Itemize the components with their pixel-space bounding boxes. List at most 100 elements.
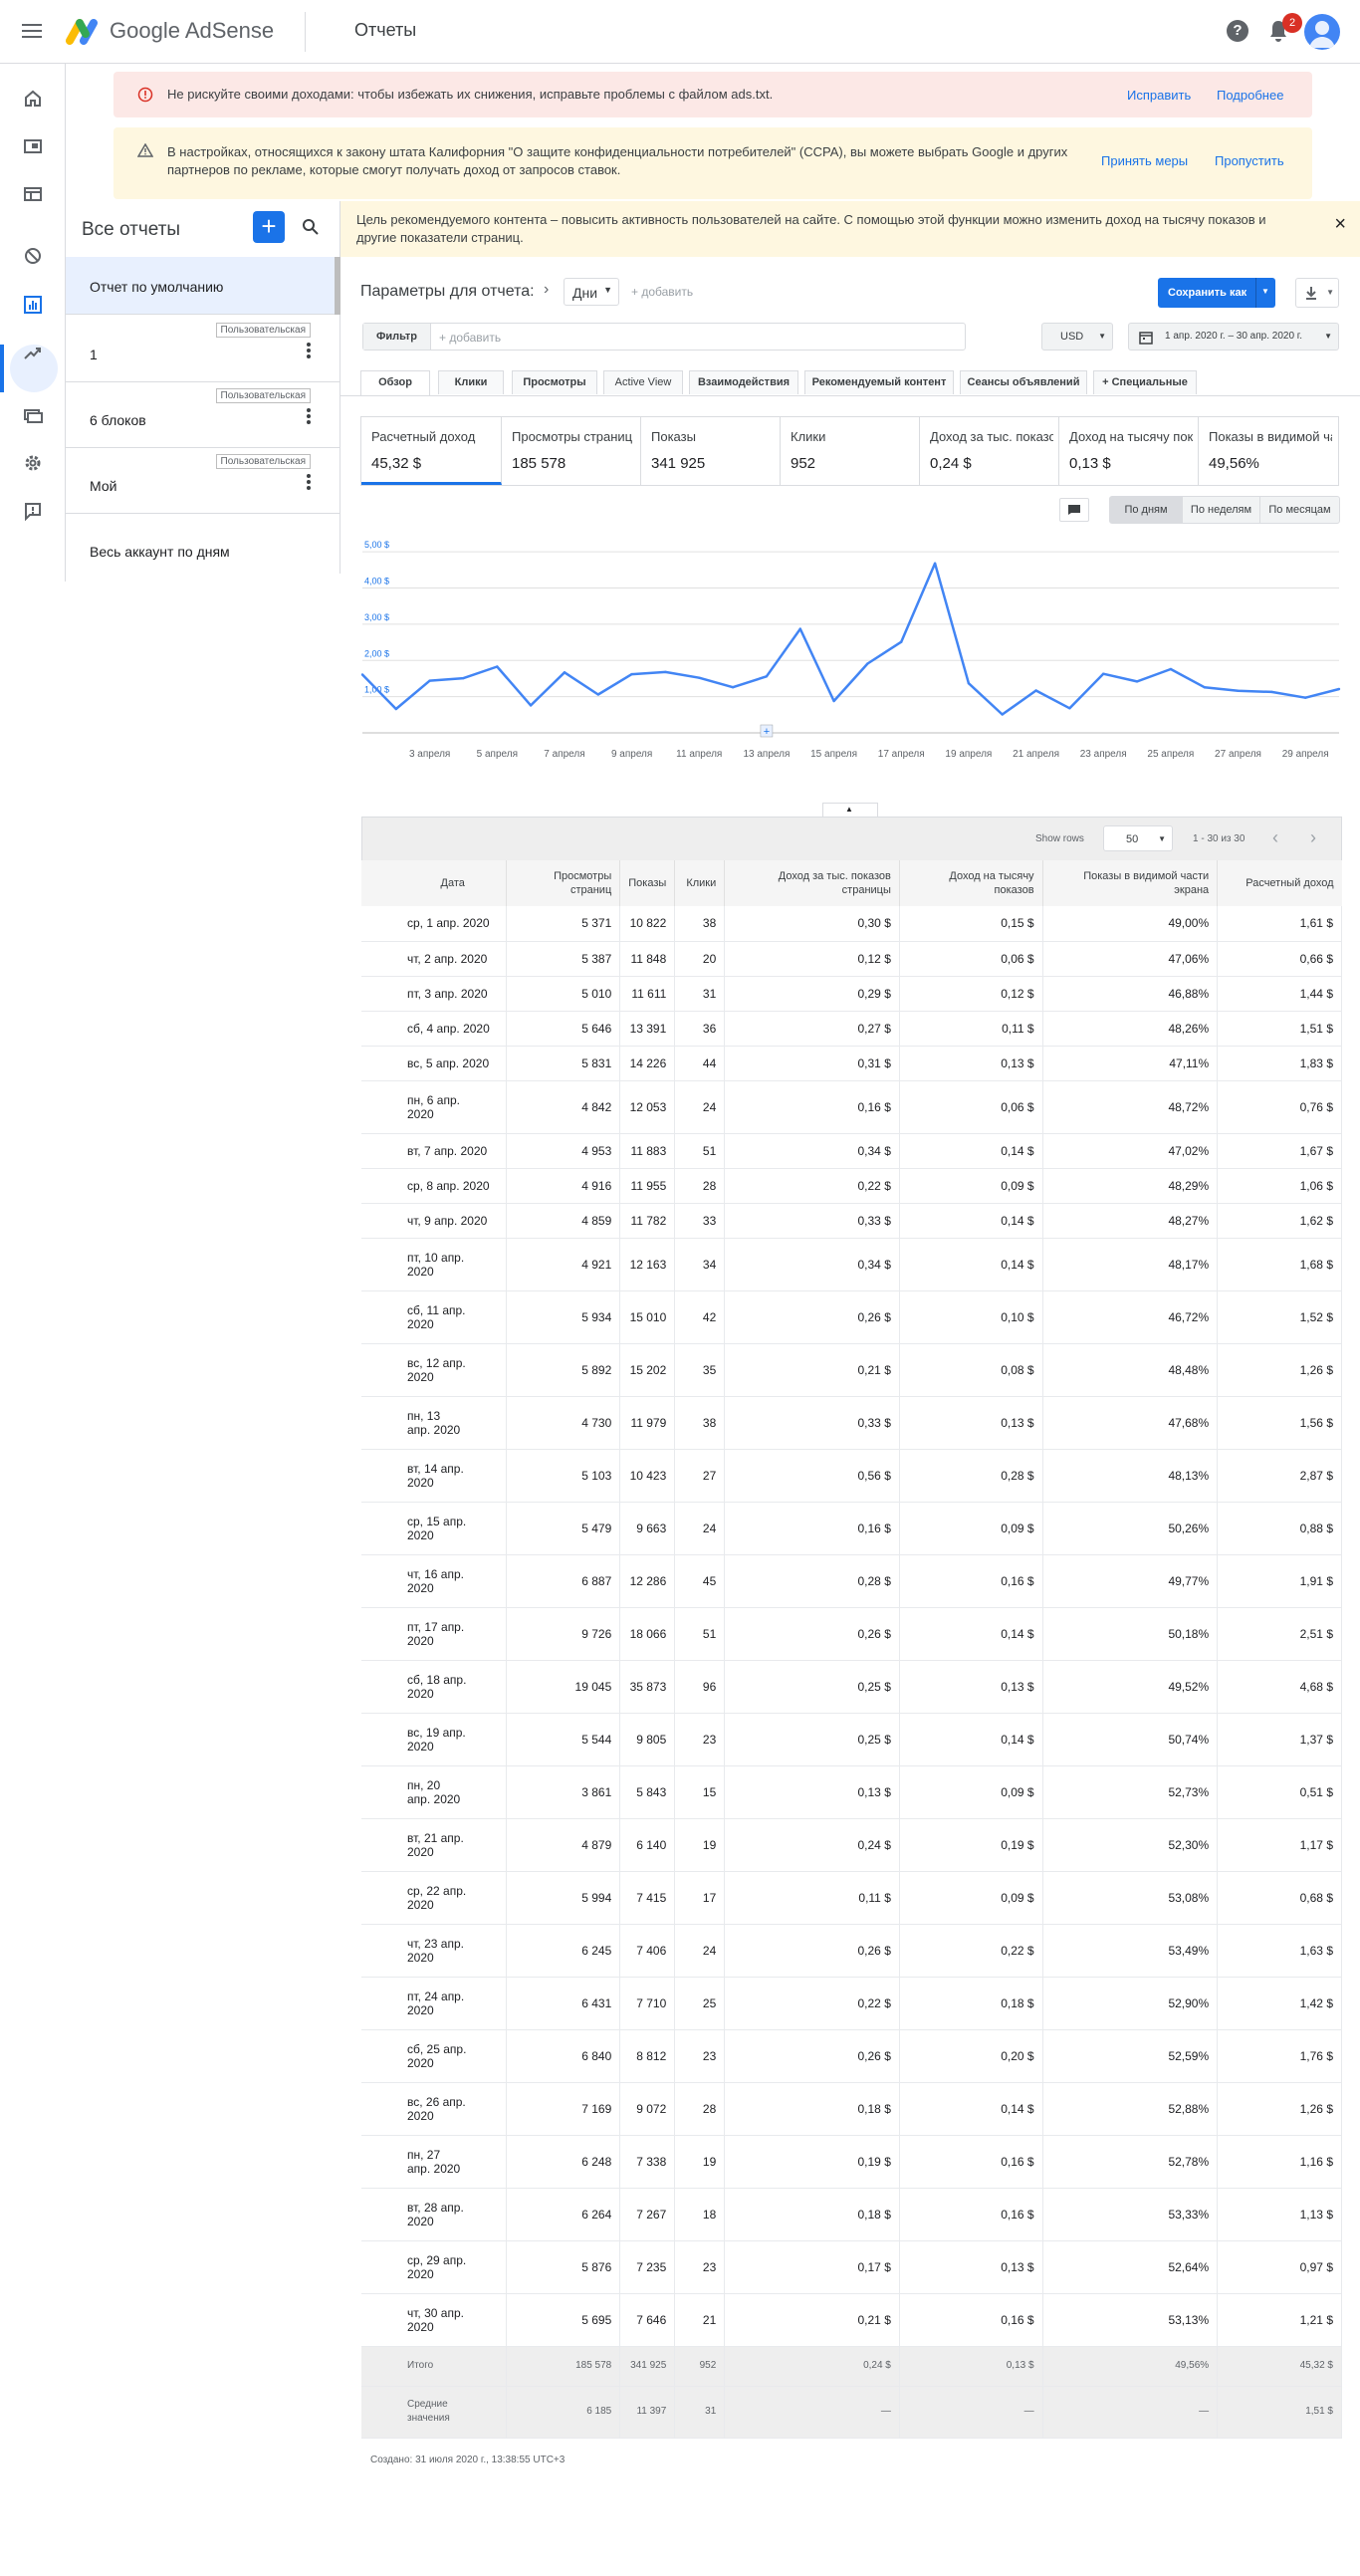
by-week-button[interactable]: По неделям: [1182, 497, 1259, 523]
block-icon[interactable]: [20, 243, 46, 269]
table-cell-active-view: 49,52%: [1042, 1660, 1219, 1714]
reports-icon[interactable]: [20, 292, 46, 318]
table-cell-active-view: 47,02%: [1042, 1133, 1219, 1169]
chevron-down-icon[interactable]: ▼: [1261, 287, 1269, 296]
tab-overview[interactable]: Обзор: [360, 370, 430, 396]
close-icon[interactable]: ×: [1334, 213, 1346, 236]
table-cell-active-view: 53,08%: [1042, 1871, 1219, 1925]
home-icon[interactable]: [20, 86, 46, 112]
column-header-page-views[interactable]: Просмотры страниц: [506, 860, 621, 906]
table-cell-page-rpm: 0,21 $: [724, 1343, 900, 1397]
ads-txt-alert: Не рискуйте своими доходами: чтобы избеж…: [113, 72, 1312, 117]
metric-active-view[interactable]: Показы в видимой части экрана 49,56%: [1199, 417, 1338, 485]
table-cell-page-rpm: 0,17 $: [724, 2240, 900, 2294]
adsense-logo: [66, 19, 98, 45]
ads-icon[interactable]: [20, 133, 46, 159]
report-item-1[interactable]: Пользовательская 1: [66, 323, 340, 382]
column-header-impression-rpm[interactable]: Доход на тысячу показов: [899, 860, 1043, 906]
collapse-chart-button[interactable]: ▲: [822, 803, 878, 817]
more-options-icon[interactable]: [307, 474, 311, 490]
table-cell-active-view: 48,27%: [1042, 1203, 1219, 1239]
metric-impressions[interactable]: Показы 341 925: [641, 417, 781, 485]
table-cell-date: вт, 14 апр. 2020: [361, 1449, 508, 1503]
by-day-button[interactable]: По дням: [1110, 497, 1182, 523]
custom-tag: Пользовательская: [215, 323, 311, 338]
column-header-clicks[interactable]: Клики: [674, 860, 726, 906]
x-tick-label: 5 апреля: [477, 749, 518, 760]
table-cell-impression-rpm: 0,13 $: [899, 1396, 1043, 1450]
column-header-page-rpm[interactable]: Доход за тыс. показов страницы: [724, 860, 900, 906]
annotations-button[interactable]: [1059, 498, 1089, 522]
column-header-impressions[interactable]: Показы: [619, 860, 676, 906]
fix-link[interactable]: Исправить: [1127, 88, 1191, 103]
column-header-date[interactable]: Дата: [361, 860, 508, 906]
report-item-moy[interactable]: Пользовательская Мой: [66, 454, 340, 514]
average-row-cell: —: [899, 2386, 1043, 2439]
learn-more-link[interactable]: Подробнее: [1217, 88, 1283, 103]
sites-icon[interactable]: [20, 181, 46, 207]
table-cell-active-view: 49,00%: [1042, 906, 1219, 942]
average-row-cell: —: [1042, 2386, 1219, 2439]
rows-per-page-select[interactable]: 50 ▼: [1103, 825, 1173, 851]
table-cell-page-views: 6 887: [506, 1554, 621, 1608]
currency-select[interactable]: USD ▼: [1041, 323, 1113, 351]
report-item-account-daily[interactable]: Весь аккаунт по дням: [66, 522, 340, 574]
trending-icon[interactable]: [20, 341, 46, 366]
metric-page-rpm[interactable]: Доход за тыс. показов страницы 0,24 $: [920, 417, 1059, 485]
tab-views[interactable]: Просмотры: [512, 370, 597, 394]
table-cell-clicks: 51: [674, 1133, 726, 1169]
x-tick-label: 11 апреля: [676, 749, 722, 760]
by-month-button[interactable]: По месяцам: [1259, 497, 1339, 523]
metric-page-views[interactable]: Просмотры страниц 185 578: [502, 417, 641, 485]
filter-bar[interactable]: Фильтр + добавить: [362, 323, 966, 351]
next-page-icon[interactable]: ›: [1310, 827, 1316, 848]
tab-recommended-content[interactable]: Рекомендуемый контент: [804, 370, 954, 394]
report-item-default[interactable]: Отчет по умолчанию: [66, 257, 340, 315]
tab-clicks[interactable]: Клики: [438, 370, 504, 394]
metric-estimated-earnings[interactable]: Расчетный доход 45,32 $: [361, 417, 502, 485]
panel-scrollbar[interactable]: [335, 257, 340, 315]
data-point: [563, 671, 567, 674]
table-cell-page-views: 4 859: [506, 1203, 621, 1239]
prev-page-icon[interactable]: ‹: [1272, 827, 1278, 848]
take-action-link[interactable]: Принять меры: [1101, 153, 1188, 168]
table-row: пн, 13 апр. 2020 4 730 11 979 38 0,33 $0,13 …: [361, 1396, 1342, 1450]
table-cell-date: сб, 18 апр. 2020: [361, 1660, 508, 1714]
table-cell-impressions: 7 646: [619, 2293, 676, 2347]
table-cell-page-views: 5 371: [506, 906, 621, 942]
column-header-active-view[interactable]: Показы в видимой части экрана: [1042, 860, 1219, 906]
tab-ad-sessions[interactable]: Сеансы объявлений: [960, 370, 1087, 394]
table-cell-estimated-earnings: 1,26 $: [1217, 2082, 1342, 2136]
table-cell-page-views: 5 646: [506, 1011, 621, 1047]
save-as-button[interactable]: Сохранить как ▼: [1158, 278, 1275, 308]
help-icon[interactable]: ?: [1227, 20, 1248, 42]
payments-icon[interactable]: [20, 402, 46, 428]
currency-value: USD: [1060, 331, 1084, 343]
avatar[interactable]: [1304, 14, 1340, 50]
download-button[interactable]: ▼: [1295, 278, 1339, 308]
metric-impression-rpm[interactable]: Доход на тысячу показов 0,13 $: [1059, 417, 1199, 485]
tab-active-view[interactable]: Active View: [603, 370, 683, 394]
filter-add[interactable]: + добавить: [439, 331, 501, 345]
table-cell-active-view: 47,68%: [1042, 1396, 1219, 1450]
report-item-6-blocks[interactable]: Пользовательская 6 блоков: [66, 388, 340, 448]
date-range-picker[interactable]: 1 апр. 2020 г. – 30 апр. 2020 г. ▼: [1128, 323, 1339, 351]
tab-custom[interactable]: + Специальные: [1093, 370, 1197, 394]
table-cell-impression-rpm: 0,09 $: [899, 1765, 1043, 1819]
menu-icon[interactable]: [22, 20, 42, 44]
tab-interactions[interactable]: Взаимодействия: [689, 370, 798, 394]
search-icon[interactable]: [301, 217, 321, 237]
skip-link[interactable]: Пропустить: [1215, 153, 1284, 168]
feedback-icon[interactable]: [20, 498, 46, 524]
save-as-label: Сохранить как: [1168, 287, 1247, 299]
table-cell-impressions: 10 822: [619, 906, 676, 942]
add-report-button[interactable]: +: [253, 211, 285, 243]
column-header-estimated-earnings[interactable]: Расчетный доход: [1217, 860, 1342, 906]
more-options-icon[interactable]: [307, 408, 311, 424]
metric-clicks[interactable]: Клики 952: [781, 417, 920, 485]
add-dimension-link[interactable]: + добавить: [631, 285, 693, 299]
settings-icon[interactable]: [20, 450, 46, 476]
dimension-select[interactable]: Дни ▼: [564, 278, 619, 306]
more-options-icon[interactable]: [307, 343, 311, 358]
pagination-range: 1 - 30 из 30: [1193, 833, 1246, 844]
